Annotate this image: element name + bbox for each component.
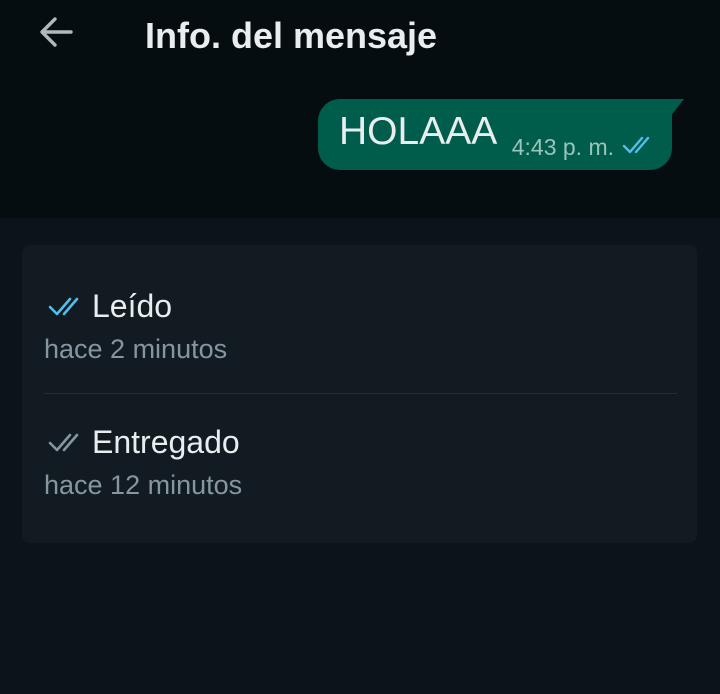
status-label: Entregado — [92, 424, 240, 460]
status-row-delivered: Entregado hace 12 minutos — [44, 421, 674, 503]
arrow-left-icon — [38, 16, 74, 53]
status-time: hace 12 minutos — [44, 470, 243, 500]
message-bubble[interactable]: HOLAAA 4:43 p. m. — [318, 99, 684, 170]
double-check-read-icon — [622, 134, 656, 161]
message-preview-area: Info. del mensaje HOLAAA 4:43 p. m. — [0, 0, 720, 218]
status-time: hace 2 minutos — [44, 334, 228, 364]
page-title: Info. del mensaje — [145, 15, 438, 56]
double-check-read-icon — [48, 294, 82, 318]
bubble-tail — [670, 99, 684, 117]
status-row-read: Leído hace 2 minutos — [44, 285, 674, 367]
double-check-delivered-icon — [48, 430, 82, 454]
message-meta: 4:43 p. m. — [512, 133, 656, 161]
message-time: 4:43 p. m. — [511, 134, 614, 160]
back-button[interactable] — [28, 10, 84, 58]
app-header: Info. del mensaje — [0, 0, 720, 72]
status-label: Leído — [92, 288, 173, 324]
message-status-card: Leído hace 2 minutos Entregado hace 12 m… — [22, 245, 697, 543]
message-text: HOLAAA — [339, 110, 498, 153]
divider — [44, 393, 677, 394]
